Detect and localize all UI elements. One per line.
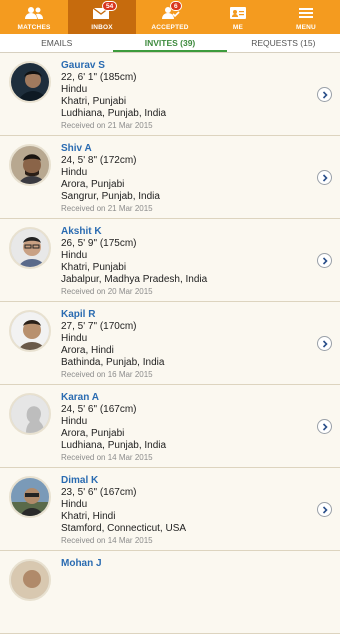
avatar [9,476,51,518]
profile-age-height: 27, 5' 7" (170cm) [61,321,137,332]
chevron-right-icon[interactable] [317,87,332,102]
profile-community: Khatri, Punjabi [61,262,127,273]
chevron-right-icon[interactable] [317,336,332,351]
chevron-right-icon[interactable] [317,502,332,517]
inbox-icon: 54 [92,1,118,22]
profile-info: Dimal K 23, 5' 6" (167cm) Hindu Khatri, … [61,474,186,547]
list-item[interactable]: Dimal K 23, 5' 6" (167cm) Hindu Khatri, … [0,468,340,551]
profile-age-height: 22, 6' 1" (185cm) [61,72,137,83]
invites-list: Gaurav S 22, 6' 1" (185cm) Hindu Khatri,… [0,53,340,634]
accepted-badge: 6 [170,1,182,11]
inbox-tabs: EMAILS INVITES (39) REQUESTS (15) [0,34,340,53]
nav-menu[interactable]: MENU [272,0,340,34]
profile-location: Sangrur, Punjab, India [61,191,160,202]
nav-me-label: ME [232,24,244,31]
list-item[interactable]: Mohan J [0,551,340,634]
chevron-right-icon[interactable] [317,253,332,268]
profile-name[interactable]: Mohan J [61,557,102,570]
received-date: Received on 14 Mar 2015 [61,536,153,545]
received-date: Received on 21 Mar 2015 [61,204,153,213]
profile-name[interactable]: Kapil R [61,308,164,321]
profile-info: Gaurav S 22, 6' 1" (185cm) Hindu Khatri,… [61,59,166,132]
received-date: Received on 21 Mar 2015 [61,121,153,130]
nav-accepted-label: ACCEPTED [151,24,189,31]
list-item[interactable]: Kapil R 27, 5' 7" (170cm) Hindu Arora, H… [0,302,340,385]
profile-community: Arora, Hindi [61,345,114,356]
list-item[interactable]: Karan A 24, 5' 6" (167cm) Hindu Arora, P… [0,385,340,468]
chevron-right-icon[interactable] [317,170,332,185]
nav-matches[interactable]: MATCHES [0,0,68,34]
nav-matches-label: MATCHES [17,24,51,31]
list-item[interactable]: Gaurav S 22, 6' 1" (185cm) Hindu Khatri,… [0,53,340,136]
profile-name[interactable]: Karan A [61,391,166,404]
received-date: Received on 14 Mar 2015 [61,453,153,462]
matches-icon [24,4,44,22]
accepted-icon: 6 [160,1,182,22]
profile-religion: Hindu [61,333,88,344]
profile-location: Stamford, Connecticut, USA [61,523,187,534]
profile-name[interactable]: Dimal K [61,474,186,487]
profile-info: Mohan J [61,557,102,570]
avatar [9,61,51,103]
avatar [9,559,51,601]
profile-religion: Hindu [61,499,88,510]
profile-location: Jabalpur, Madhya Pradesh, India [61,274,208,285]
profile-religion: Hindu [61,84,88,95]
profile-community: Arora, Punjabi [61,428,125,439]
profile-name[interactable]: Shiv A [61,142,160,155]
profile-community: Khatri, Punjabi [61,96,127,107]
list-item[interactable]: Shiv A 24, 5' 8" (172cm) Hindu Arora, Pu… [0,136,340,219]
nav-inbox-label: INBOX [91,24,113,31]
avatar [9,227,51,269]
profile-name[interactable]: Akshit K [61,225,207,238]
nav-accepted[interactable]: 6 ACCEPTED [136,0,204,34]
nav-menu-label: MENU [296,24,316,31]
profile-religion: Hindu [61,167,88,178]
profile-age-height: 24, 5' 8" (172cm) [61,155,137,166]
received-date: Received on 20 Mar 2015 [61,287,153,296]
profile-info: Shiv A 24, 5' 8" (172cm) Hindu Arora, Pu… [61,142,160,215]
avatar [9,144,51,186]
profile-religion: Hindu [61,416,88,427]
top-nav-bar: MATCHES 54 INBOX 6 ACCEPTED ME MENU [0,0,340,34]
received-date: Received on 16 Mar 2015 [61,370,153,379]
profile-name[interactable]: Gaurav S [61,59,166,72]
profile-religion: Hindu [61,250,88,261]
avatar [9,393,51,435]
nav-inbox[interactable]: 54 INBOX [68,0,136,34]
profile-age-height: 24, 5' 6" (167cm) [61,404,137,415]
profile-location: Ludhiana, Punjab, India [61,108,167,119]
chevron-right-icon[interactable] [317,419,332,434]
tab-emails[interactable]: EMAILS [0,34,113,52]
profile-community: Arora, Punjabi [61,179,125,190]
avatar [9,310,51,352]
me-icon [228,4,248,22]
profile-info: Karan A 24, 5' 6" (167cm) Hindu Arora, P… [61,391,166,464]
profile-community: Khatri, Hindi [61,511,116,522]
menu-icon [296,4,316,22]
inbox-badge: 54 [102,1,118,11]
profile-info: Kapil R 27, 5' 7" (170cm) Hindu Arora, H… [61,308,164,381]
profile-age-height: 26, 5' 9" (175cm) [61,238,137,249]
profile-location: Bathinda, Punjab, India [61,357,165,368]
tab-invites[interactable]: INVITES (39) [113,34,227,52]
profile-location: Ludhiana, Punjab, India [61,440,167,451]
profile-info: Akshit K 26, 5' 9" (175cm) Hindu Khatri,… [61,225,207,298]
profile-age-height: 23, 5' 6" (167cm) [61,487,137,498]
nav-me[interactable]: ME [204,0,272,34]
tab-requests[interactable]: REQUESTS (15) [227,34,340,52]
list-item[interactable]: Akshit K 26, 5' 9" (175cm) Hindu Khatri,… [0,219,340,302]
